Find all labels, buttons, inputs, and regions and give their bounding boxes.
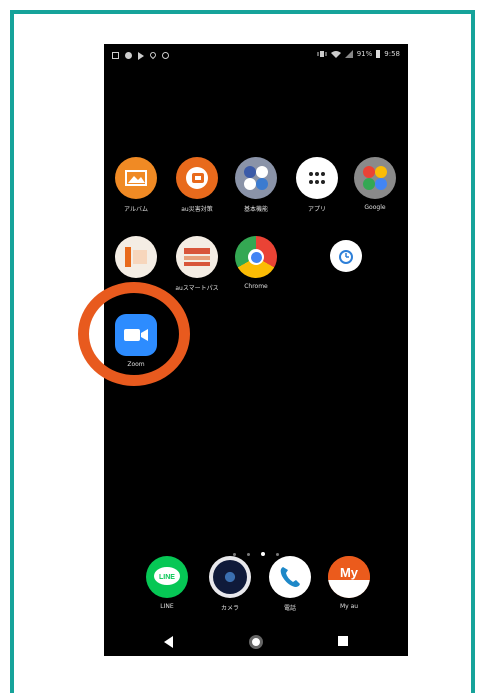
app-au-disaster[interactable]: au災害対策 xyxy=(167,157,227,213)
au-service-icon xyxy=(115,236,157,278)
clock-time: 9:58 xyxy=(384,50,400,58)
line-icon: LINE xyxy=(146,556,188,598)
app-label: 電話 xyxy=(283,605,296,612)
phone-icon xyxy=(269,556,311,598)
highlight-circle xyxy=(78,282,190,386)
app-chrome[interactable]: Chrome xyxy=(226,236,286,290)
status-indicators: 91% 9:58 xyxy=(317,50,400,58)
dock-camera[interactable]: カメラ xyxy=(200,556,260,612)
dock-phone[interactable]: 電話 xyxy=(260,556,320,612)
wifi-icon xyxy=(330,51,341,58)
clock-icon xyxy=(330,240,362,272)
svg-text:LINE: LINE xyxy=(159,574,175,581)
back-button[interactable] xyxy=(164,636,173,648)
app-google[interactable]: Google xyxy=(345,157,405,211)
au-disaster-icon xyxy=(176,157,218,199)
app-label: 基本機能 xyxy=(243,206,268,213)
dock-line[interactable]: LINE LINE xyxy=(137,556,197,610)
app-label: au災害対策 xyxy=(181,206,213,213)
folder-icon xyxy=(235,157,277,199)
app-label: auスマートパス xyxy=(175,285,219,292)
app-label: Google xyxy=(364,204,386,211)
app-label: アプリ xyxy=(307,206,326,213)
app-label: アルバム xyxy=(124,206,148,213)
play-icon xyxy=(138,52,144,60)
status-bar: 91% 9:58 xyxy=(104,44,408,68)
chrome-icon xyxy=(235,236,277,278)
battery-icon xyxy=(376,50,381,58)
battery-percent: 91% xyxy=(356,50,373,58)
my-au-icon: My xyxy=(328,556,370,598)
navigation-bar xyxy=(104,628,408,656)
app-basic-functions[interactable]: 基本機能 xyxy=(226,157,286,213)
notification-icon xyxy=(112,52,119,59)
vibrate-icon xyxy=(317,51,327,57)
app-label: LINE xyxy=(160,603,174,610)
signal-icon xyxy=(344,50,353,58)
google-folder-icon xyxy=(354,157,396,199)
smartpass-icon xyxy=(176,236,218,278)
app-label: カメラ xyxy=(220,605,239,612)
app-album[interactable]: アルバム xyxy=(106,157,166,213)
sync-icon xyxy=(125,52,132,59)
app-apps[interactable]: アプリ xyxy=(287,157,347,213)
location-icon xyxy=(148,50,158,60)
app-label: My au xyxy=(339,603,359,610)
camera-icon xyxy=(209,556,251,598)
app-clock[interactable] xyxy=(316,240,376,277)
apps-grid-icon xyxy=(296,157,338,199)
cast-icon xyxy=(162,52,169,59)
home-button[interactable] xyxy=(249,635,263,649)
app-label: Chrome xyxy=(244,283,268,290)
dock-my-au[interactable]: My My au xyxy=(319,556,379,610)
album-icon xyxy=(115,157,157,199)
app-smartpass[interactable]: auスマートパス xyxy=(167,236,227,292)
notification-icons xyxy=(112,50,169,60)
recent-apps-button[interactable] xyxy=(338,636,348,646)
